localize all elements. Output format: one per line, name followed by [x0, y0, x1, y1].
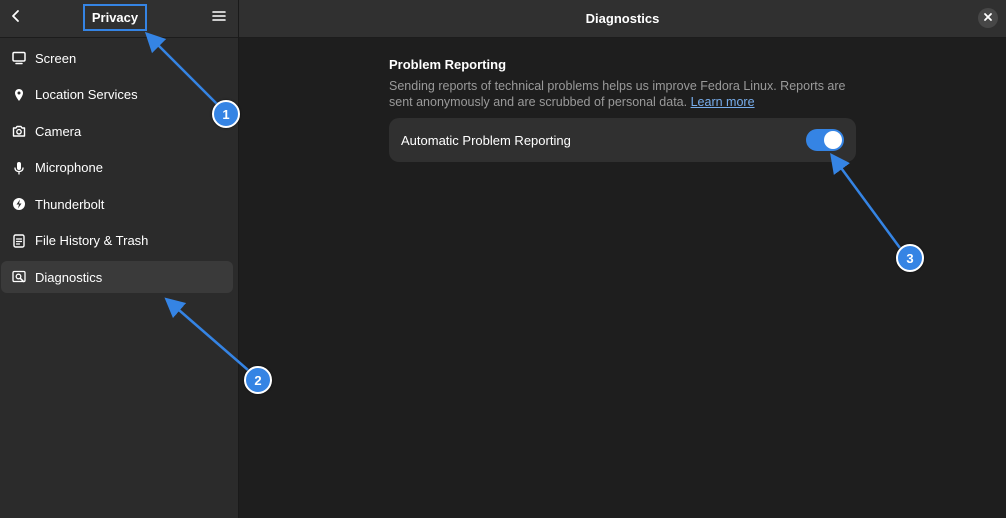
back-button[interactable]	[2, 4, 30, 32]
main-content: Problem Reporting Sending reports of tec…	[389, 57, 859, 162]
chevron-left-icon	[9, 9, 23, 28]
sidebar-item-microphone[interactable]: Microphone	[1, 152, 233, 184]
page-title: Diagnostics	[585, 11, 660, 26]
close-button[interactable]	[978, 8, 998, 28]
display-icon	[11, 50, 27, 66]
sidebar-item-label: Location Services	[35, 87, 138, 102]
toggle-knob	[824, 131, 842, 149]
sidebar-item-label: Camera	[35, 123, 82, 139]
close-icon	[983, 9, 993, 27]
section-description: Sending reports of technical problems he…	[389, 78, 859, 110]
sidebar-item-location-services[interactable]: Location Services	[1, 79, 233, 111]
sidebar-item-diagnostics[interactable]: Diagnostics	[1, 261, 233, 293]
sidebar-item-thunderbolt[interactable]: Thunderbolt	[1, 188, 233, 220]
main-header: Diagnostics	[239, 0, 1006, 38]
main-menu-button[interactable]	[205, 4, 233, 32]
sidebar-item-camera[interactable]: Camera	[1, 115, 233, 147]
sidebar-item-file-history-trash[interactable]: File History & Trash	[1, 225, 233, 257]
description-text: Sending reports of technical problems he…	[389, 79, 846, 109]
diagnostics-icon	[11, 269, 27, 285]
thunderbolt-icon	[11, 196, 27, 212]
sidebar-item-screen[interactable]: Screen	[1, 42, 233, 74]
sidebar-title: Privacy	[83, 4, 147, 31]
sidebar-nav: Screen Location Services Camera Micropho…	[0, 42, 238, 298]
settings-window: Privacy Screen Location Services Camera …	[0, 0, 1006, 518]
sidebar-item-label: Thunderbolt	[35, 196, 105, 212]
camera-icon	[11, 123, 27, 139]
automatic-problem-reporting-toggle[interactable]	[806, 129, 844, 151]
automatic-problem-reporting-row[interactable]: Automatic Problem Reporting	[389, 118, 856, 162]
setting-label: Automatic Problem Reporting	[401, 132, 571, 148]
sidebar-item-label: Diagnostics	[35, 269, 103, 285]
sidebar-header: Privacy	[0, 0, 238, 38]
microphone-icon	[11, 160, 27, 176]
section-title: Problem Reporting	[389, 57, 507, 72]
annotation-badge-3: 3	[896, 244, 924, 272]
sidebar: Privacy Screen Location Services Camera …	[0, 0, 239, 518]
location-pin-icon	[11, 87, 27, 103]
hamburger-menu-icon	[212, 9, 226, 28]
learn-more-link[interactable]: Learn more	[691, 95, 755, 109]
annotation-badge-2: 2	[244, 366, 272, 394]
annotation-badge-1: 1	[212, 100, 240, 128]
sidebar-item-label: Microphone	[35, 160, 103, 175]
file-history-icon	[11, 233, 27, 249]
sidebar-item-label: Screen	[35, 50, 77, 66]
sidebar-item-label: File History & Trash	[35, 233, 149, 248]
annotation-arrow-3	[830, 152, 902, 249]
